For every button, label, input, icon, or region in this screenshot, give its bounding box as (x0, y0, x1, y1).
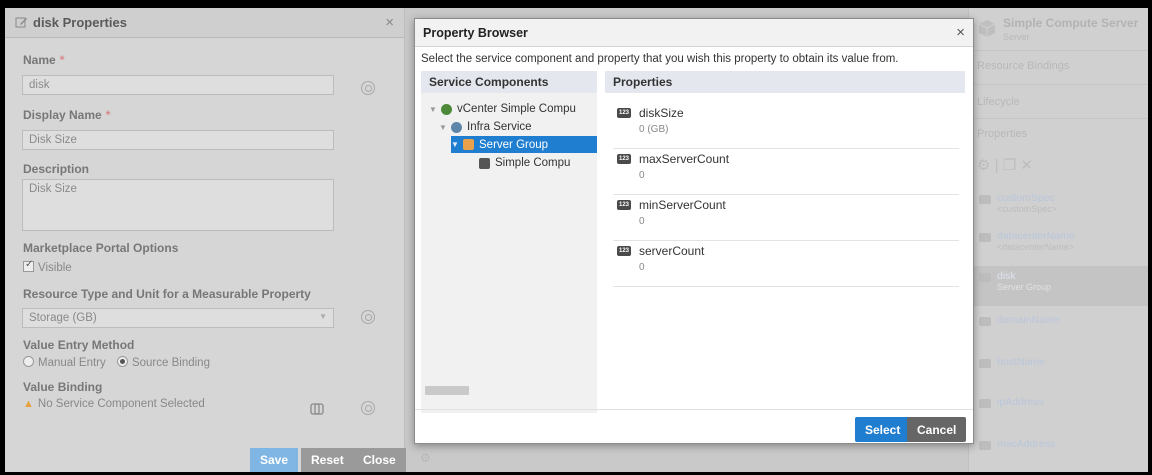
value-binding-label: Value Binding (23, 380, 103, 394)
service-components-tree: ▼ vCenter Simple Compu ▼ Infra Service ▼… (421, 93, 597, 413)
name-field[interactable]: disk (22, 75, 334, 95)
warning-icon: ▲ (23, 398, 34, 410)
list-item[interactable]: domainName (979, 314, 1059, 326)
gear-icon (441, 103, 452, 115)
source-binding-label: Source Binding (131, 357, 210, 369)
resource-type-label: Resource Type and Unit for a Measurable … (23, 287, 311, 301)
list-item[interactable]: 123 serverCount 0 (613, 241, 959, 287)
divider (969, 118, 1148, 119)
service-components-header: Service Components (421, 71, 597, 93)
select-button[interactable]: Select (855, 417, 911, 442)
manual-entry-label: Manual Entry (38, 357, 106, 369)
list-item[interactable]: 123 minServerCount 0 (613, 195, 959, 241)
reset-button[interactable]: Reset (301, 448, 354, 472)
list-item[interactable]: macAddress (979, 438, 1055, 450)
gear-icon: ⚙ (420, 451, 431, 465)
list-item[interactable]: datacenterName <datacenterName> (979, 230, 1075, 252)
dialog-title: Property Browser (423, 25, 528, 40)
resource-bindings-link[interactable]: Resource Bindings (977, 60, 1069, 72)
number-badge-icon (979, 273, 991, 282)
description-label: Description (23, 162, 90, 176)
resource-type-select[interactable]: Storage (GB) ▼ (22, 308, 334, 328)
component-subtitle: Server (1003, 32, 1030, 42)
property-toolbar: ⚙ | ❐ ✕ (977, 157, 1033, 174)
save-button[interactable]: Save (250, 448, 299, 472)
number-badge-icon: 123 (617, 154, 631, 164)
required-mark: * (59, 53, 65, 67)
list-item[interactable]: ipAddress (979, 396, 1044, 408)
tree-node[interactable]: ▼ vCenter Simple Compu (429, 101, 576, 117)
cube-icon (978, 20, 996, 37)
value-entry-label: Value Entry Method (23, 338, 135, 352)
page-background: disk Properties × Name * disk Display Nam… (5, 8, 1148, 472)
close-icon[interactable]: × (956, 24, 965, 41)
required-mark: * (105, 108, 111, 122)
list-item[interactable]: 123 diskSize 0 (GB) (613, 103, 959, 149)
divider (969, 50, 1148, 51)
dialog-instruction: Select the service component and propert… (421, 53, 899, 65)
lifecycle-link[interactable]: Lifecycle (977, 96, 1020, 108)
delete-icon[interactable]: ✕ (1020, 157, 1033, 174)
copy-icon[interactable]: ❐ (1003, 157, 1016, 174)
disk-properties-panel: disk Properties × Name * disk Display Nam… (5, 8, 406, 472)
number-badge-icon (979, 441, 991, 450)
number-badge-icon: 123 (617, 246, 631, 256)
dialog-header: Property Browser × (415, 19, 973, 47)
component-panel: Simple Compute Server Server Resource Bi… (968, 8, 1148, 472)
number-badge-icon (979, 399, 991, 408)
tree-node-selected[interactable]: ▼ Server Group (451, 136, 597, 153)
chevron-down-icon: ▼ (319, 312, 327, 321)
properties-header: Properties (605, 71, 965, 93)
edit-icon (15, 17, 27, 28)
tree-arrow-icon[interactable]: ▼ (439, 123, 451, 132)
source-binding-radio[interactable] (116, 356, 128, 367)
help-icon[interactable] (361, 81, 375, 95)
value-entry-options: Manual Entry Source Binding (23, 356, 210, 369)
number-badge-icon: 123 (617, 200, 631, 210)
horizontal-scrollbar[interactable] (425, 386, 469, 395)
tree-node[interactable]: Simple Compu (479, 155, 597, 171)
display-name-field[interactable]: Disk Size (22, 130, 334, 150)
list-item[interactable]: 123 maxServerCount 0 (613, 149, 959, 195)
cube-icon (463, 139, 474, 150)
number-badge-icon (979, 195, 991, 204)
properties-link[interactable]: Properties (977, 128, 1027, 140)
checkbox-icon[interactable] (23, 259, 34, 272)
number-badge-icon (979, 359, 991, 368)
close-button[interactable]: Close (353, 448, 406, 472)
list-item[interactable]: hostName (979, 356, 1045, 368)
binding-icon[interactable] (310, 402, 324, 416)
number-badge-icon (979, 233, 991, 242)
number-badge-icon: 123 (617, 108, 631, 118)
panel-header: disk Properties × (5, 8, 404, 38)
component-title: Simple Compute Server (1003, 16, 1139, 30)
settings-icon[interactable]: ⚙ (977, 157, 990, 174)
cancel-button[interactable]: Cancel (907, 417, 967, 442)
list-item[interactable]: disk Server Group (979, 270, 1051, 292)
help-icon[interactable] (361, 401, 375, 415)
tree-arrow-icon[interactable]: ▼ (429, 105, 441, 114)
tree-arrow-icon[interactable]: ▼ (451, 140, 463, 149)
properties-list: 123 diskSize 0 (GB) 123 maxServerCount 0… (605, 93, 965, 413)
property-browser-dialog: Property Browser × Select the service co… (414, 18, 974, 444)
close-icon[interactable]: × (385, 14, 394, 31)
cube-icon (479, 157, 490, 169)
manual-entry-radio[interactable] (23, 356, 34, 367)
panel-title: disk Properties (33, 15, 127, 30)
name-label: Name * (23, 53, 65, 67)
help-icon[interactable] (361, 310, 375, 324)
dialog-footer-divider (415, 409, 973, 410)
value-binding-status: ▲ No Service Component Selected (23, 398, 205, 410)
description-field[interactable]: Disk Size (22, 179, 334, 231)
marketplace-label: Marketplace Portal Options (23, 241, 179, 255)
divider (969, 84, 1148, 85)
visible-checkbox[interactable]: Visible (23, 259, 72, 274)
display-name-label: Display Name * (23, 108, 111, 122)
component-icon (451, 121, 462, 133)
tree-node[interactable]: ▼ Infra Service (439, 119, 532, 135)
number-badge-icon (979, 317, 991, 326)
list-item[interactable]: customSpec <customSpec> (979, 192, 1057, 214)
